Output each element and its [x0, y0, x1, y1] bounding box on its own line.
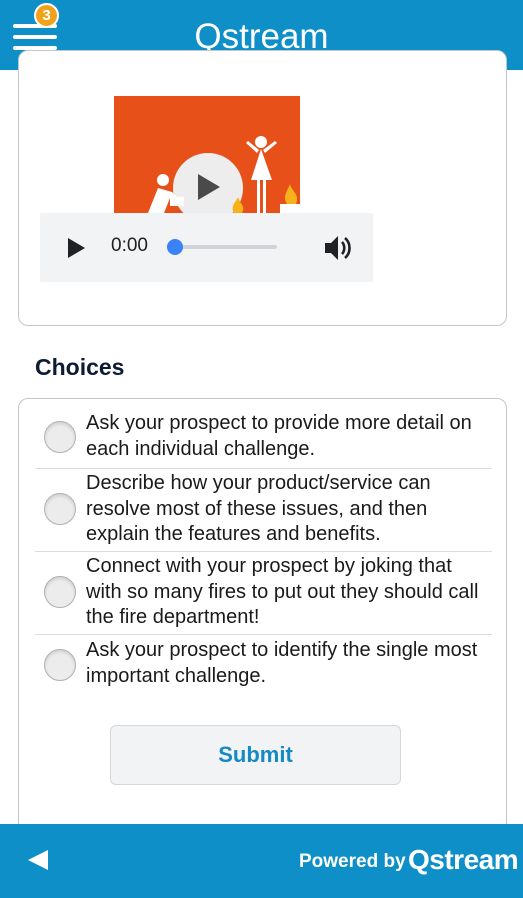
volume-icon[interactable] — [322, 233, 354, 263]
radio-button[interactable] — [44, 493, 76, 525]
choices-panel: Ask your prospect to provide more detail… — [18, 398, 507, 848]
powered-by-label: Powered by — [299, 851, 406, 872]
back-arrow-icon[interactable] — [28, 850, 48, 870]
choice-label: Describe how your product/service can re… — [86, 472, 431, 545]
flame-icon — [285, 184, 298, 204]
woman-figure-body — [251, 149, 272, 213]
table-shape — [280, 204, 300, 213]
choice-option[interactable]: Ask your prospect to provide more detail… — [35, 411, 492, 465]
radio-button[interactable] — [44, 421, 76, 453]
choices-heading: Choices — [35, 354, 125, 380]
notification-badge[interactable]: 3 — [34, 3, 59, 28]
person-figure-bucket — [170, 197, 184, 206]
audio-time: 0:00 — [111, 235, 148, 256]
choice-option[interactable]: Ask your prospect to identify the single… — [35, 638, 492, 692]
radio-button[interactable] — [44, 576, 76, 608]
divider — [35, 468, 492, 469]
submit-button[interactable]: Submit — [110, 725, 401, 785]
divider — [35, 634, 492, 635]
choice-label: Ask your prospect to identify the single… — [86, 639, 478, 687]
choice-label: Connect with your prospect by joking tha… — [86, 555, 479, 628]
play-icon[interactable] — [68, 238, 85, 258]
radio-button[interactable] — [44, 649, 76, 681]
choice-option[interactable]: Describe how your product/service can re… — [35, 471, 492, 549]
woman-figure-head — [255, 136, 267, 148]
person-figure-head — [157, 174, 169, 186]
video-thumbnail[interactable] — [114, 96, 300, 213]
divider — [35, 551, 492, 552]
app-footer: Powered by Qstream — [0, 824, 523, 898]
choice-label: Ask your prospect to provide more detail… — [86, 412, 472, 460]
audio-seek-thumb[interactable] — [167, 239, 183, 255]
choice-option[interactable]: Connect with your prospect by joking tha… — [35, 554, 492, 632]
audio-player: 0:00 — [40, 213, 373, 282]
hamburger-icon-line — [13, 35, 57, 39]
audio-seek-track[interactable] — [174, 245, 277, 249]
fire-scene-illustration — [148, 136, 300, 213]
qstream-logo: Qstream — [408, 844, 519, 875]
